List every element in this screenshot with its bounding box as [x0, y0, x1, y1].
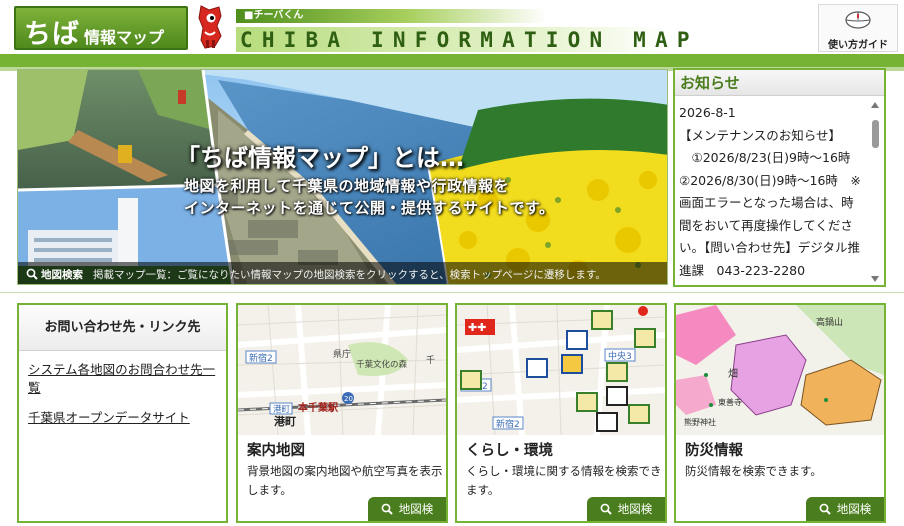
- map-label-honchiba-station: 本千葉駅: [298, 401, 339, 414]
- site-title: CHIBA INFORMATION MAP: [240, 28, 699, 52]
- hero-caption-label: 地図検索: [41, 268, 83, 281]
- living-environment-search-button[interactable]: 地図検: [587, 497, 665, 521]
- map-label-kencho: 県庁: [333, 348, 351, 360]
- svg-text:✚✚: ✚✚: [468, 321, 486, 334]
- notice-panel: お知らせ 2026-8-1 【メンテナンスのお知らせ】 ①2026/8/23(日…: [673, 68, 886, 287]
- notice-body: 2026-8-1 【メンテナンスのお知らせ】 ①2026/8/23(日)9時〜1…: [679, 105, 861, 278]
- map-label-minato: 港町: [274, 414, 296, 428]
- logo-main-text: ちば: [24, 19, 80, 50]
- map-label-bunka-no-mori: 千葉文化の森: [356, 359, 408, 370]
- search-icon: [26, 268, 38, 280]
- living-environment-title: くらし・環境: [466, 443, 553, 459]
- hero-heading: 「ちば情報マップ」とは…: [176, 144, 464, 172]
- guide-map-description: 背景地図の案内地図や航空写真を表示します。: [247, 464, 443, 497]
- guide-map-search-label: 地図検: [398, 502, 434, 516]
- map-label-chi: 千: [426, 355, 435, 366]
- search-icon: [600, 503, 612, 515]
- contact-links-panel: お問い合わせ先・リンク先 システム各地図のお問合わせ先一覧 千葉県オープンデータ…: [17, 303, 228, 523]
- usage-guide-button[interactable]: 使い方ガイド: [818, 4, 898, 52]
- map-label-kumano-jinja: 熊野神社: [684, 417, 716, 427]
- section-divider: [0, 292, 904, 293]
- hero-caption-bar: 地図検索 掲載マップ一覧：ご覧になりたい情報マップの地図検索をクリックすると、検…: [18, 262, 667, 284]
- search-icon: [381, 503, 393, 515]
- hero-description-line-2: インターネットを通じて公開・提供するサイトです。: [184, 199, 555, 217]
- disaster-prevention-description: 防災情報を検索できます。: [685, 464, 822, 478]
- map-label-tozenji: 東善寺: [718, 397, 742, 407]
- living-map-thumbnail: ✚✚ 新宿2 中央3 新宿2: [457, 305, 665, 435]
- map-label-takanabeyama: 高鍋山: [816, 316, 843, 328]
- disaster-prevention-card[interactable]: 高鍋山 畑 東善寺 熊野神社 防災情報 防災情報を検索できます。 地図検: [674, 303, 886, 523]
- living-environment-description: くらし・環境に関する情報を検索できます。: [466, 464, 662, 497]
- guide-map-search-button[interactable]: 地図検: [368, 497, 446, 521]
- disaster-prevention-title: 防災情報: [685, 443, 743, 459]
- disaster-prevention-search-button[interactable]: 地図検: [806, 497, 884, 521]
- map-label-hata: 畑: [728, 367, 738, 380]
- site-header: ちば 情報マップ ■チーバくん CHIBA INFORMATION MAP 使い…: [0, 0, 904, 58]
- disaster-map-thumbnail: 高鍋山 畑 東善寺 熊野神社: [676, 305, 884, 435]
- map-label-shinjuku: 新宿2: [249, 352, 273, 364]
- mouse-icon: [845, 11, 871, 29]
- notice-title: お知らせ: [675, 70, 884, 96]
- living-environment-card[interactable]: ✚✚ 新宿2 中央3 新宿2 くらし・環境 くらし・環境に関する情報を検索できま…: [455, 303, 667, 523]
- map-inquiry-list-link[interactable]: システム各地図のお問合わせ先一覧: [28, 361, 218, 397]
- notice-scrollbar[interactable]: [871, 102, 880, 282]
- guide-map-card[interactable]: 新宿2 県庁 千葉文化の森 本千葉駅 港町 港町 20 千 案内地図 背景地図の…: [236, 303, 448, 523]
- hero-description-line-1: 地図を利用して千葉県の地域情報や行政情報を: [184, 177, 510, 195]
- scroll-up-arrow-icon[interactable]: [871, 102, 879, 108]
- guide-map-title: 案内地図: [247, 443, 305, 459]
- map-label-shinjuku-2: 新宿2: [496, 418, 520, 430]
- usage-guide-label: 使い方ガイド: [828, 40, 888, 51]
- search-icon: [819, 503, 831, 515]
- open-data-site-link[interactable]: 千葉県オープンデータサイト: [28, 409, 190, 427]
- hero-caption-text: 掲載マップ一覧：ご覧になりたい情報マップの地図検索をクリックすると、検索トップペ…: [93, 268, 606, 281]
- map-label-route: 20: [344, 395, 353, 403]
- disaster-prevention-search-label: 地図検: [836, 502, 872, 516]
- header-green-bar: [0, 54, 904, 67]
- living-environment-search-label: 地図検: [617, 502, 653, 516]
- guide-map-thumbnail: 新宿2 県庁 千葉文化の森 本千葉駅 港町 港町 20 千: [238, 305, 446, 435]
- site-logo[interactable]: ちば 情報マップ: [14, 6, 188, 50]
- contact-heading: お問い合わせ先・リンク先: [19, 305, 226, 351]
- hero-banner: 「ちば情報マップ」とは… 地図を利用して千葉県の地域情報や行政情報を インターネ…: [17, 69, 668, 285]
- scroll-down-arrow-icon[interactable]: [871, 276, 879, 282]
- mascot-label: ■チーバくん: [244, 10, 304, 21]
- chiba-kun-mascot-icon: [198, 5, 222, 49]
- scroll-thumb[interactable]: [872, 120, 879, 148]
- map-label-chuo: 中央3: [608, 350, 632, 362]
- logo-sub-text: 情報マップ: [84, 28, 165, 47]
- map-label-minato-box: 港町: [273, 404, 291, 415]
